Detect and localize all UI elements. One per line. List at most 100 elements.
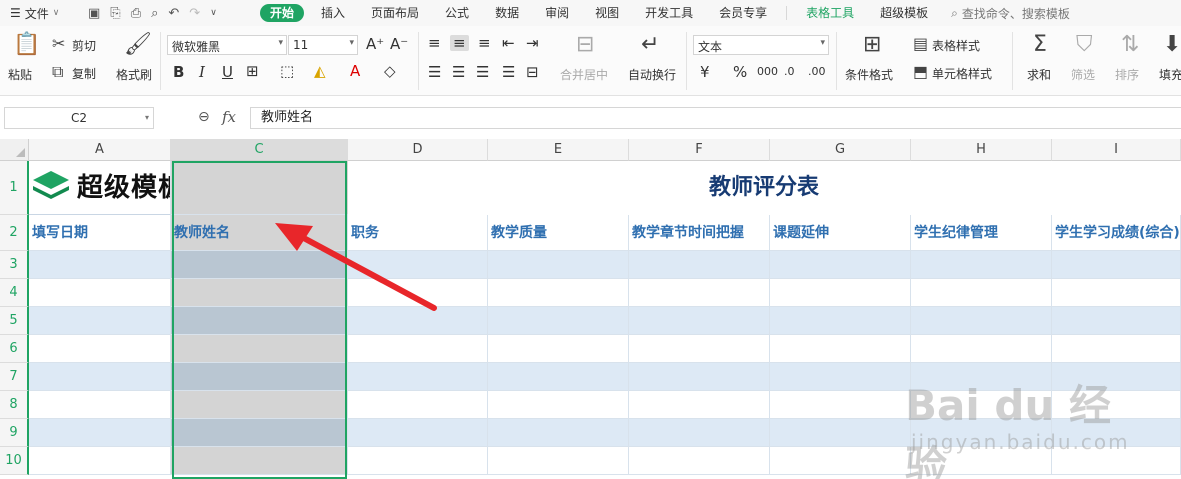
merge-icon[interactable]: ⊟ bbox=[576, 34, 594, 56]
chevron-down-icon: ∨ bbox=[52, 8, 60, 18]
align-bottom-icon[interactable]: ≡ bbox=[478, 35, 491, 51]
number-format-value: 文本 bbox=[698, 40, 723, 54]
search-icon: ⌕ bbox=[951, 5, 958, 20]
distribute-icon[interactable]: ⊟ bbox=[526, 64, 539, 80]
cut-button[interactable]: 剪切 bbox=[72, 37, 96, 54]
formula-bar: C2 ▾ ⊖ fx 教师姓名 bbox=[0, 104, 1181, 132]
hamburger-icon: ☰ bbox=[10, 6, 21, 20]
eraser-icon[interactable]: ◇ bbox=[384, 63, 396, 79]
tab-member[interactable]: 会员专享 bbox=[706, 0, 780, 26]
font-shrink-icon[interactable]: A⁻ bbox=[390, 36, 408, 52]
fill-icon[interactable]: ⬇ bbox=[1163, 34, 1181, 56]
border-icon[interactable]: ⊞ bbox=[246, 63, 259, 79]
number-format-select[interactable]: 文本 ▾ bbox=[693, 35, 829, 55]
ribbon-divider bbox=[686, 32, 687, 90]
tab-developer[interactable]: 开发工具 bbox=[632, 0, 706, 26]
tab-view[interactable]: 视图 bbox=[582, 0, 632, 26]
filter-button[interactable]: 筛选 bbox=[1071, 66, 1095, 83]
save-icon[interactable]: ▣ bbox=[88, 6, 100, 21]
brush-icon[interactable]: 🖌 bbox=[124, 34, 152, 56]
fill-color-icon[interactable]: ◭ bbox=[314, 63, 326, 79]
cell-style-button[interactable]: 单元格样式 bbox=[932, 65, 992, 82]
customize-icon[interactable]: ∨ bbox=[210, 8, 217, 18]
decimal-increase-icon[interactable]: .0 bbox=[784, 64, 795, 80]
name-box[interactable]: C2 ▾ bbox=[4, 107, 154, 129]
tab-table-tools[interactable]: 表格工具 bbox=[793, 0, 867, 26]
chevron-down-icon: ▾ bbox=[349, 38, 354, 48]
table-style-button[interactable]: 表格样式 bbox=[932, 37, 980, 54]
ribbon-divider bbox=[418, 32, 419, 90]
align-right-icon[interactable]: ☰ bbox=[476, 64, 489, 80]
chevron-down-icon: ▾ bbox=[278, 38, 283, 48]
currency-icon[interactable]: ¥ bbox=[700, 64, 710, 80]
format-painter-button[interactable]: 格式刷 bbox=[116, 66, 152, 83]
export-icon[interactable]: ⎘ bbox=[110, 6, 120, 21]
merge-center-button[interactable]: 合并居中 bbox=[560, 66, 608, 83]
percent-icon[interactable]: % bbox=[733, 64, 747, 80]
zoom-icon[interactable]: ⊖ bbox=[198, 109, 210, 125]
tab-review[interactable]: 审阅 bbox=[532, 0, 582, 26]
wrap-text-icon[interactable]: ↵ bbox=[641, 34, 659, 56]
redo-icon[interactable]: ↷ bbox=[189, 6, 200, 21]
copy-icon[interactable]: ⧉ bbox=[52, 64, 63, 80]
quick-access-toolbar: ▣ ⎘ ⎙ ⌕ ↶ ↷ ∨ bbox=[84, 6, 256, 21]
justify-icon[interactable]: ☰ bbox=[502, 64, 515, 80]
indent-increase-icon[interactable]: ⇥ bbox=[526, 35, 539, 51]
copy-button[interactable]: 复制 bbox=[72, 65, 96, 82]
name-box-value: C2 bbox=[70, 111, 87, 125]
align-center-icon[interactable]: ☰ bbox=[452, 64, 465, 80]
sort-icon[interactable]: ⇅ bbox=[1121, 34, 1139, 56]
fill-button[interactable]: 填充 bbox=[1159, 66, 1181, 83]
file-menu[interactable]: ☰ 文件 ∨ bbox=[0, 5, 84, 22]
tab-insert[interactable]: 插入 bbox=[308, 0, 358, 26]
undo-icon[interactable]: ↶ bbox=[168, 6, 179, 21]
wrap-text-button[interactable]: 自动换行 bbox=[628, 66, 676, 83]
tab-super-template[interactable]: 超级模板 bbox=[867, 0, 941, 26]
ribbon-divider bbox=[1012, 32, 1013, 90]
menu-divider bbox=[786, 6, 788, 20]
command-search-label: 查找命令、搜索模板 bbox=[961, 6, 1070, 21]
conditional-format-button[interactable]: 条件格式 bbox=[845, 66, 893, 83]
formula-input[interactable]: 教师姓名 bbox=[250, 107, 1181, 129]
function-icon[interactable]: fx bbox=[222, 108, 236, 126]
font-grow-icon[interactable]: A⁺ bbox=[366, 36, 384, 52]
font-name-value: 微软雅黑 bbox=[172, 40, 221, 54]
align-left-icon[interactable]: ☰ bbox=[428, 64, 441, 80]
command-search[interactable]: ⌕ 查找命令、搜索模板 bbox=[941, 5, 1070, 22]
bold-icon[interactable]: B bbox=[173, 64, 184, 80]
tab-home[interactable]: 开始 bbox=[260, 4, 305, 22]
decimal-decrease-icon[interactable]: .00 bbox=[808, 64, 826, 80]
ribbon-divider bbox=[160, 32, 161, 90]
cell-format-icon[interactable]: ⬚ bbox=[280, 63, 294, 79]
font-size-select[interactable]: 11 ▾ bbox=[288, 35, 358, 55]
cell-style-icon: ⬒ bbox=[913, 62, 929, 81]
paste-button[interactable]: 粘贴 bbox=[8, 66, 32, 83]
align-top-icon[interactable]: ≡ bbox=[428, 35, 441, 51]
conditional-format-icon[interactable]: ⊞ bbox=[863, 34, 881, 56]
paste-icon[interactable]: 📋 bbox=[13, 34, 40, 56]
tab-formulas[interactable]: 公式 bbox=[432, 0, 482, 26]
file-menu-label: 文件 bbox=[24, 6, 49, 21]
tab-data[interactable]: 数据 bbox=[482, 0, 532, 26]
font-color-icon[interactable]: A bbox=[350, 63, 360, 79]
thousands-icon[interactable]: 000 bbox=[757, 64, 778, 80]
sort-button[interactable]: 排序 bbox=[1115, 66, 1139, 83]
scissors-icon[interactable]: ✂ bbox=[52, 36, 65, 52]
print-icon[interactable]: ⎙ bbox=[131, 6, 141, 21]
sum-button[interactable]: 求和 bbox=[1027, 66, 1051, 83]
ribbon: 📋 粘贴 ✂ 剪切 ⧉ 复制 🖌 格式刷 微软雅黑 ▾ 11 ▾ A⁺ A⁻ B… bbox=[0, 26, 1181, 96]
spreadsheet-grid: A C D E F G H I 1 2 3 4 5 6 7 8 9 10 超级模… bbox=[0, 139, 1181, 479]
filter-icon[interactable]: ⛉ bbox=[1076, 34, 1093, 56]
align-middle-icon[interactable]: ≡ bbox=[450, 35, 469, 51]
annotation-arrow-icon bbox=[275, 223, 437, 311]
table-style-icon: ▤ bbox=[913, 34, 929, 53]
underline-icon[interactable]: U bbox=[222, 64, 233, 80]
sum-icon[interactable]: Σ bbox=[1033, 34, 1047, 56]
italic-icon[interactable]: I bbox=[199, 64, 205, 80]
indent-decrease-icon[interactable]: ⇤ bbox=[502, 35, 515, 51]
tab-page-layout[interactable]: 页面布局 bbox=[358, 0, 432, 26]
ribbon-divider bbox=[836, 32, 837, 90]
print-preview-icon[interactable]: ⌕ bbox=[151, 6, 158, 21]
chevron-down-icon: ▾ bbox=[820, 38, 825, 48]
font-name-select[interactable]: 微软雅黑 ▾ bbox=[167, 35, 287, 55]
